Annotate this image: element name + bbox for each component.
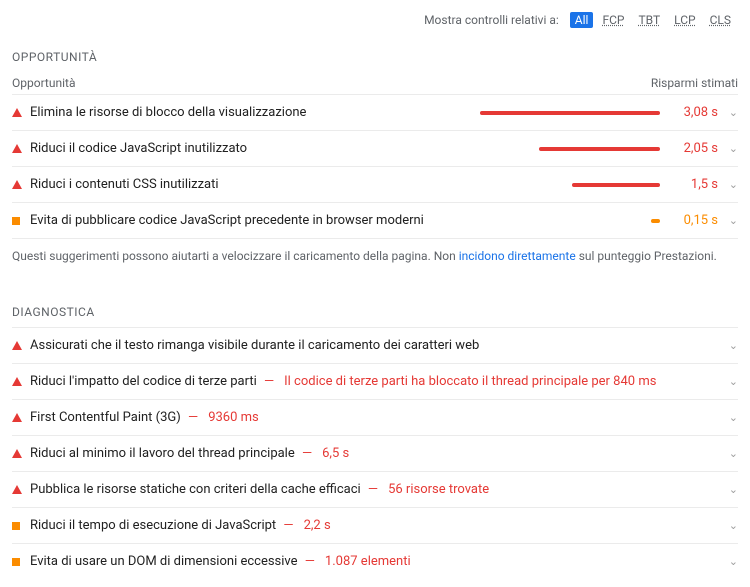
- savings-time: 1,5 s: [668, 177, 718, 192]
- diagnostica-label: Riduci al minimo il lavoro del thread pr…: [30, 446, 718, 461]
- severity-icon: [12, 217, 30, 225]
- triangle-red-icon: [12, 144, 22, 153]
- square-orange-icon: [12, 217, 20, 225]
- diagnostica-label: Riduci il tempo di esecuzione di JavaScr…: [30, 518, 718, 533]
- chevron-down-icon: ⌄: [718, 106, 738, 119]
- filter-all[interactable]: All: [570, 12, 594, 28]
- opportunita-row[interactable]: Riduci i contenuti CSS inutilizzati 1,5 s…: [12, 166, 738, 202]
- severity-icon: [12, 144, 30, 153]
- severity-icon: [12, 558, 30, 566]
- opportunita-row[interactable]: Evita di pubblicare codice JavaScript pr…: [12, 202, 738, 239]
- filter-cls[interactable]: CLS: [705, 12, 736, 28]
- diagnostica-label: Riduci l'impatto del codice di terze par…: [30, 374, 718, 389]
- diagnostica-label: Evita di usare un DOM di dimensioni ecce…: [30, 554, 718, 569]
- opportunita-label: Evita di pubblicare codice JavaScript pr…: [30, 213, 468, 228]
- severity-icon: [12, 180, 30, 189]
- savings-bar: [468, 111, 668, 115]
- diagnostica-row[interactable]: Riduci l'impatto del codice di terze par…: [12, 363, 738, 399]
- filter-lcp[interactable]: LCP: [669, 12, 700, 28]
- triangle-red-icon: [12, 341, 22, 350]
- square-orange-icon: [12, 558, 20, 566]
- triangle-red-icon: [12, 485, 22, 494]
- severity-icon: [12, 108, 30, 117]
- diagnostica-label: First Contentful Paint (3G) —9360 ms: [30, 410, 718, 425]
- savings-bar: [468, 183, 668, 187]
- metric-filter-bar: Mostra controlli relativi a: AllFCPTBTLC…: [12, 8, 738, 40]
- opportunita-label: Riduci il codice JavaScript inutilizzato: [30, 141, 468, 156]
- triangle-red-icon: [12, 449, 22, 458]
- chevron-down-icon: ⌄: [718, 339, 738, 352]
- diagnostica-row[interactable]: Riduci il tempo di esecuzione di JavaScr…: [12, 507, 738, 543]
- savings-bar: [468, 147, 668, 151]
- opportunita-row[interactable]: Elimina le risorse di blocco della visua…: [12, 94, 738, 130]
- diagnostica-row[interactable]: Pubblica le risorse statiche con criteri…: [12, 471, 738, 507]
- severity-icon: [12, 341, 30, 350]
- severity-icon: [12, 522, 30, 530]
- triangle-red-icon: [12, 413, 22, 422]
- footnote-pre: Questi suggerimenti possono aiutarti a v…: [12, 249, 459, 263]
- severity-icon: [12, 485, 30, 494]
- col-risparmi: Risparmi stimati: [651, 76, 738, 90]
- triangle-red-icon: [12, 377, 22, 386]
- opportunita-label: Elimina le risorse di blocco della visua…: [30, 105, 468, 120]
- savings-time: 2,05 s: [668, 141, 718, 156]
- opportunita-footnote: Questi suggerimenti possono aiutarti a v…: [12, 239, 738, 283]
- savings-time: 3,08 s: [668, 105, 718, 120]
- opportunita-row[interactable]: Riduci il codice JavaScript inutilizzato…: [12, 130, 738, 166]
- chevron-down-icon: ⌄: [718, 375, 738, 388]
- diagnostica-label: Assicurati che il testo rimanga visibile…: [30, 338, 718, 353]
- diagnostica-row[interactable]: Riduci al minimo il lavoro del thread pr…: [12, 435, 738, 471]
- diagnostica-row[interactable]: First Contentful Paint (3G) —9360 ms⌄: [12, 399, 738, 435]
- opportunita-columns: Opportunità Risparmi stimati: [12, 72, 738, 94]
- severity-icon: [12, 413, 30, 422]
- footnote-post: sul punteggio Prestazioni.: [576, 249, 717, 263]
- chevron-down-icon: ⌄: [718, 142, 738, 155]
- chevron-down-icon: ⌄: [718, 483, 738, 496]
- diagnostica-row[interactable]: Assicurati che il testo rimanga visibile…: [12, 327, 738, 363]
- opportunita-label: Riduci i contenuti CSS inutilizzati: [30, 177, 468, 192]
- chevron-down-icon: ⌄: [718, 178, 738, 191]
- filter-tbt[interactable]: TBT: [633, 12, 665, 28]
- filter-label: Mostra controlli relativi a:: [424, 13, 559, 27]
- opportunita-header: OPPORTUNITÀ: [12, 50, 738, 64]
- footnote-link[interactable]: incidono direttamente: [459, 249, 576, 263]
- diagnostica-row[interactable]: Evita di usare un DOM di dimensioni ecce…: [12, 543, 738, 579]
- col-opportunita: Opportunità: [12, 76, 75, 90]
- diagnostica-header: DIAGNOSTICA: [12, 305, 738, 319]
- square-orange-icon: [12, 522, 20, 530]
- chevron-down-icon: ⌄: [718, 519, 738, 532]
- savings-time: 0,15 s: [668, 213, 718, 228]
- chevron-down-icon: ⌄: [718, 411, 738, 424]
- chevron-down-icon: ⌄: [718, 447, 738, 460]
- diagnostica-label: Pubblica le risorse statiche con criteri…: [30, 482, 718, 497]
- severity-icon: [12, 449, 30, 458]
- severity-icon: [12, 377, 30, 386]
- triangle-red-icon: [12, 180, 22, 189]
- savings-bar: [468, 219, 668, 223]
- chevron-down-icon: ⌄: [718, 555, 738, 568]
- chevron-down-icon: ⌄: [718, 214, 738, 227]
- triangle-red-icon: [12, 108, 22, 117]
- filter-fcp[interactable]: FCP: [597, 12, 629, 28]
